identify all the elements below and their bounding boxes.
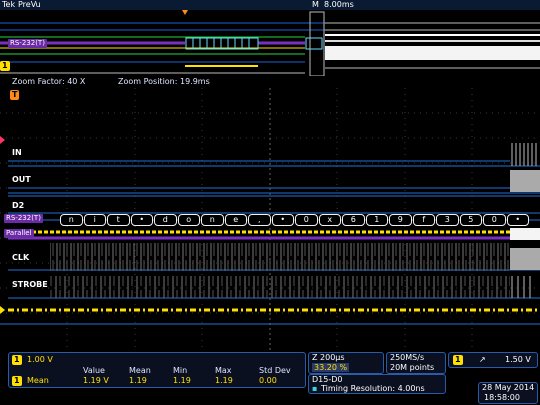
overview-svg xyxy=(0,10,540,77)
date-readout: 28 May 2014 xyxy=(482,383,535,392)
meas-value: 1.19 V xyxy=(83,376,109,385)
channel-label-strobe[interactable]: STROBE xyxy=(12,280,48,289)
zoom-trigger-marker[interactable]: T xyxy=(10,90,20,100)
decode-char: e xyxy=(224,214,247,226)
measurement-panel[interactable]: 1 1.00 V Value Mean Min Max Std Dev 1 Me… xyxy=(8,352,306,388)
sample-rate: 250MS/s xyxy=(390,353,425,362)
timing-resolution: Timing Resolution: 4.00ns xyxy=(321,384,425,393)
decode-char: • xyxy=(506,214,529,226)
meas-max: 1.19 xyxy=(215,376,233,385)
decode-char: f xyxy=(412,214,435,226)
meas-header-stddev: Std Dev xyxy=(259,366,291,375)
decode-char: n xyxy=(60,214,83,226)
decode-char: d xyxy=(154,214,177,226)
trigger-source-badge[interactable]: 1 xyxy=(453,355,463,365)
trigger-slope-icon: ↗ xyxy=(479,355,486,364)
decode-char: • xyxy=(271,214,294,226)
record-length: 20M points xyxy=(390,363,435,372)
decode-char: 9 xyxy=(389,214,412,226)
decode-char: 0 xyxy=(295,214,318,226)
meas-source-badge[interactable]: 1 xyxy=(12,376,22,386)
meas-header-max: Max xyxy=(215,366,232,375)
meas-header-value: Value xyxy=(83,366,105,375)
trigger-box[interactable]: 1 ↗ 1.50 V xyxy=(448,352,538,368)
zoom-timebase-box[interactable]: Z 200μs 33.20 % xyxy=(308,352,384,374)
meas-mean: 1.19 xyxy=(129,376,147,385)
acquisition-box[interactable]: 250MS/s 20M points xyxy=(386,352,446,374)
top-bar: Tek PreVu M 8.00ms xyxy=(0,0,540,10)
zoom-waveform-area[interactable]: T IN OUT D2 CLK STROBE RS-232(T) Paralle… xyxy=(0,88,540,350)
ch1-scale[interactable]: 1.00 V xyxy=(27,355,53,364)
overview-rs232-label[interactable]: RS-232(T) xyxy=(8,39,47,48)
trigger-level: 1.50 V xyxy=(505,355,531,364)
zoom-factor: Zoom Factor: 40 X xyxy=(12,77,86,86)
decode-char: o xyxy=(177,214,200,226)
horizontal-marker-label: M xyxy=(312,0,319,9)
meas-stddev: 0.00 xyxy=(259,376,277,385)
digital-info-box[interactable]: D15-D0 ▪ Timing Resolution: 4.00ns xyxy=(308,374,446,394)
overview-waveform[interactable]: RS-232(T) 1 xyxy=(0,10,540,77)
zoom-position: Zoom Position: 19.9ms xyxy=(118,77,210,86)
zoom-percentage: 33.20 % xyxy=(312,363,350,372)
brand-label: Tek xyxy=(2,0,16,9)
decode-char: 6 xyxy=(342,214,365,226)
rs232-decode-row: n i t • d o n e, • 0 x 6 1 9 f 3 5 0 • xyxy=(60,214,530,226)
timing-icon: ▪ xyxy=(312,384,318,393)
decode-char: , xyxy=(248,214,271,226)
digital-channel-range: D15-D0 xyxy=(312,375,343,384)
trigger-position-marker[interactable] xyxy=(182,10,188,15)
decode-char: x xyxy=(318,214,341,226)
channel-label-d2[interactable]: D2 xyxy=(12,201,24,210)
meas-header-mean: Mean xyxy=(129,366,151,375)
datetime-box: 28 May 2014 18:58:00 xyxy=(478,382,538,404)
channel-label-in[interactable]: IN xyxy=(12,148,22,157)
channel-label-clk[interactable]: CLK xyxy=(12,253,29,262)
decode-char: 3 xyxy=(436,214,459,226)
decode-char: 0 xyxy=(483,214,506,226)
timebase-readout[interactable]: 8.00ms xyxy=(324,0,354,10)
decode-char: i xyxy=(83,214,106,226)
decode-char: 5 xyxy=(459,214,482,226)
decode-char: 1 xyxy=(365,214,388,226)
decode-char: • xyxy=(130,214,153,226)
decode-char: n xyxy=(201,214,224,226)
overview-channel-badge[interactable]: 1 xyxy=(0,61,10,71)
acquisition-state: PreVu xyxy=(18,0,41,9)
meas-min: 1.19 xyxy=(173,376,191,385)
decode-char: t xyxy=(107,214,130,226)
status-panel: 1 1.00 V Value Mean Min Max Std Dev 1 Me… xyxy=(0,350,540,405)
ch1-badge[interactable]: 1 xyxy=(12,355,22,365)
meas-header-min: Min xyxy=(173,366,188,375)
bus-parallel-label[interactable]: Parallel xyxy=(4,229,34,238)
meas-name[interactable]: Mean xyxy=(27,376,49,385)
time-readout: 18:58:00 xyxy=(484,393,520,402)
channel-label-out[interactable]: OUT xyxy=(12,175,31,184)
bus-rs232-label[interactable]: RS-232(T) xyxy=(4,214,43,223)
zoom-time-scale: Z 200μs xyxy=(312,353,345,362)
